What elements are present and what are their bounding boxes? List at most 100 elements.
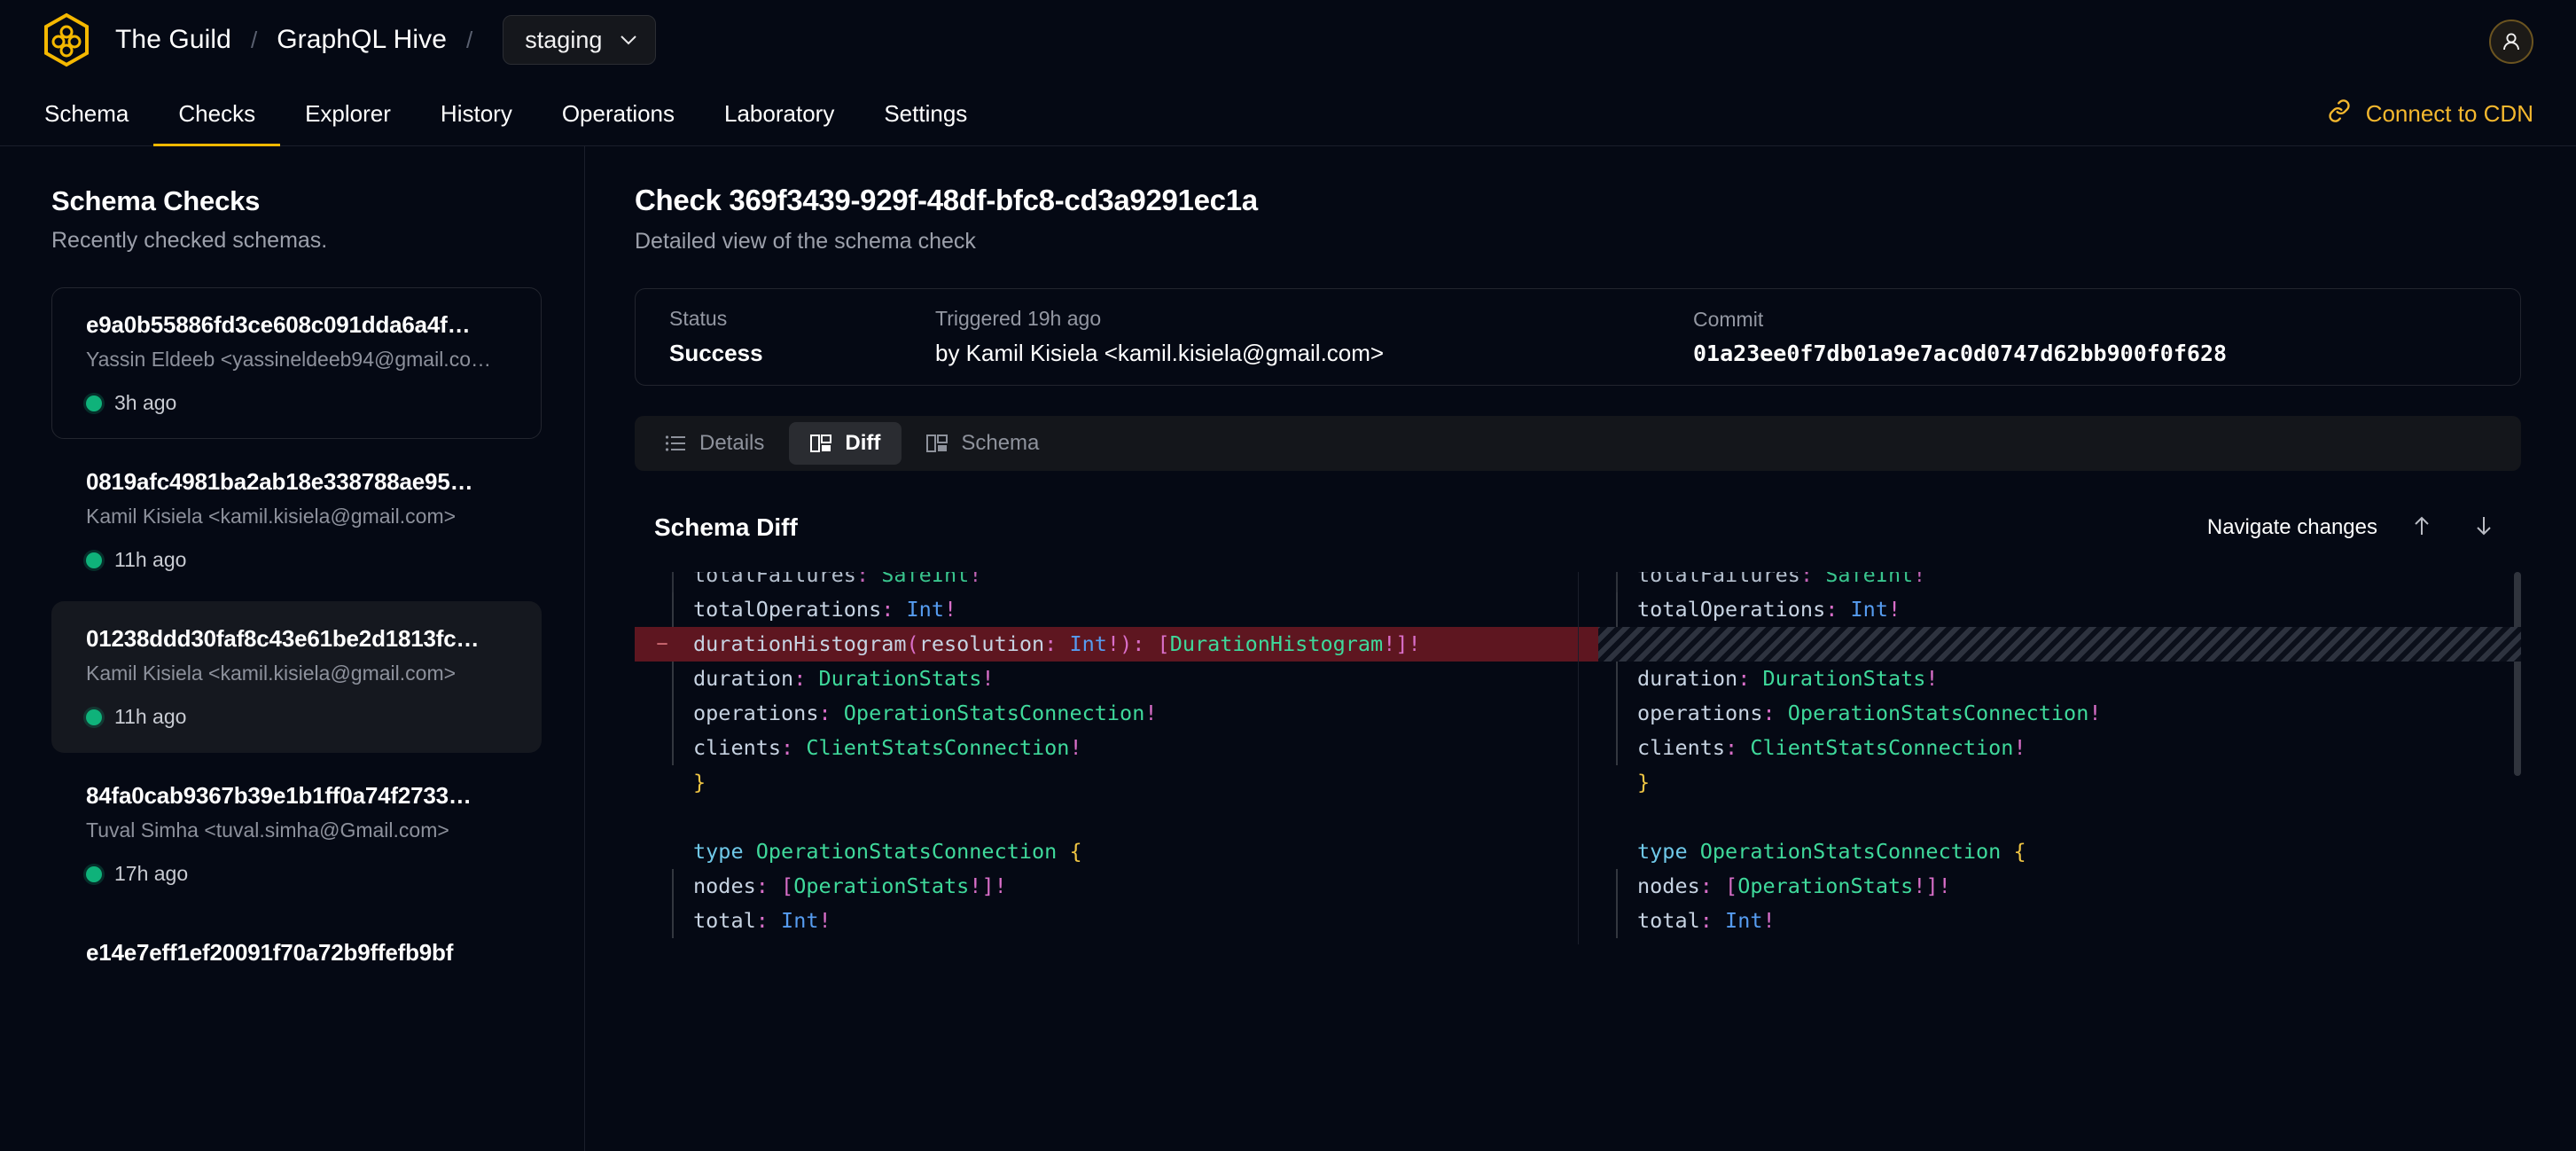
check-summary-card: Status Success Triggered 19h ago by Kami… — [635, 288, 2521, 386]
diff-line: total: Int! — [635, 904, 1578, 938]
tab-details-label: Details — [699, 431, 764, 456]
sidebar-title: Schema Checks — [51, 185, 542, 217]
split-panel-icon — [810, 434, 831, 453]
schema-checks-sidebar: Schema Checks Recently checked schemas. … — [0, 146, 585, 1151]
nav-tab-settings[interactable]: Settings — [859, 100, 992, 146]
check-time-label: 3h ago — [114, 391, 176, 415]
diff-line: operations: OperationStatsConnection! — [1579, 696, 2521, 731]
code-text: duration: DurationStats! — [1637, 662, 1939, 696]
check-id: e9a0b55886fd3ce608c091dda6a4f… — [86, 311, 514, 339]
triggered-label: Triggered 19h ago — [935, 307, 1693, 331]
triggered-author: by Kamil Kisiela <kamil.kisiela@gmail.co… — [935, 340, 1693, 367]
tab-details[interactable]: Details — [644, 422, 785, 465]
diff-line: totalOperations: Int! — [1579, 592, 2521, 627]
breadcrumb-org[interactable]: The Guild — [115, 25, 231, 55]
diff-line: } — [1579, 765, 2521, 800]
check-author: Yassin Eldeeb <yassineldeeb94@gmail.co… — [86, 348, 514, 372]
triggered-column: Triggered 19h ago by Kamil Kisiela <kami… — [935, 307, 1693, 367]
tab-diff[interactable]: Diff — [789, 422, 902, 465]
page-subtitle: Detailed view of the schema check — [635, 229, 2521, 254]
check-time-row: 17h ago — [86, 862, 514, 886]
diff-line — [1579, 800, 2521, 834]
diff-header: Schema Diff Navigate changes — [635, 503, 2521, 552]
nav-tab-history[interactable]: History — [416, 100, 537, 146]
list-item[interactable]: 84fa0cab9367b39e1b1ff0a74f2733… Tuval Si… — [51, 758, 542, 910]
indent-guide — [672, 731, 674, 765]
commit-label: Commit — [1693, 308, 2227, 332]
list-item[interactable]: 01238ddd30faf8c43e61be2d1813fc… Kamil Ki… — [51, 601, 542, 753]
detail-tab-group: Details Diff — [635, 416, 2521, 471]
nav-tab-operations[interactable]: Operations — [537, 100, 699, 146]
check-time-label: 11h ago — [114, 548, 186, 572]
indent-guide — [1616, 904, 1618, 938]
diff-line: totalFailures: SafeInt! — [635, 572, 1578, 592]
diff-hatch-fill — [1598, 627, 2521, 662]
diff-gutter-marker — [1579, 627, 1598, 662]
diff-title: Schema Diff — [654, 513, 798, 542]
status-label: Status — [669, 307, 935, 331]
split-panel-icon — [926, 434, 948, 453]
nav-tab-list: Schema Checks Explorer History Operation… — [41, 99, 992, 145]
nav-tab-checks[interactable]: Checks — [153, 100, 280, 146]
diff-line — [635, 800, 1578, 834]
code-text: durationHistogram(resolution: Int!): [Du… — [693, 627, 1421, 662]
nav-tab-explorer[interactable]: Explorer — [280, 100, 416, 146]
diff-line-removed: −durationHistogram(resolution: Int!): [D… — [635, 627, 1578, 662]
diff-line: nodes: [OperationStats!]! — [635, 869, 1578, 904]
user-avatar-icon[interactable] — [2489, 20, 2533, 64]
check-author: Tuval Simha <tuval.simha@Gmail.com> — [86, 818, 514, 842]
list-item[interactable]: e14e7eff1ef20091f70a72b9ffefb9bf — [51, 915, 542, 990]
status-badge: Success — [669, 340, 935, 367]
indent-guide — [672, 592, 674, 627]
check-id: 0819afc4981ba2ab18e338788ae95… — [86, 468, 514, 496]
tab-schema-label: Schema — [961, 431, 1039, 456]
status-dot-icon — [86, 709, 102, 725]
nav-tab-schema[interactable]: Schema — [41, 100, 153, 146]
page-title: Check 369f3439-929f-48df-bfc8-cd3a9291ec… — [635, 184, 2521, 217]
check-id: 84fa0cab9367b39e1b1ff0a74f2733… — [86, 782, 514, 810]
check-author: Kamil Kisiela <kamil.kisiela@gmail.com> — [86, 505, 514, 529]
check-time-label: 11h ago — [114, 705, 186, 729]
diff-line: clients: ClientStatsConnection! — [1579, 731, 2521, 765]
diff-line: type OperationStatsConnection { — [635, 834, 1578, 869]
code-text: totalFailures: SafeInt! — [1637, 572, 1925, 592]
target-select-value: staging — [525, 27, 602, 54]
status-dot-icon — [86, 552, 102, 568]
connect-to-cdn-label: Connect to CDN — [2366, 100, 2533, 128]
code-text: type OperationStatsConnection { — [1637, 834, 2026, 869]
list-item[interactable]: 0819afc4981ba2ab18e338788ae95… Kamil Kis… — [51, 444, 542, 596]
tab-schema[interactable]: Schema — [905, 422, 1060, 465]
check-id: e14e7eff1ef20091f70a72b9ffefb9bf — [86, 939, 514, 967]
code-text: totalFailures: SafeInt! — [693, 572, 981, 592]
navigate-changes-label: Navigate changes — [2207, 515, 2377, 540]
code-text: totalOperations: Int! — [1637, 592, 1901, 627]
list-item[interactable]: e9a0b55886fd3ce608c091dda6a4f… Yassin El… — [51, 287, 542, 439]
diff-pane-after[interactable]: totalFailures: SafeInt!totalOperations: … — [1578, 572, 2521, 944]
hive-logo-icon[interactable] — [41, 12, 92, 67]
code-text: operations: OperationStatsConnection! — [1637, 696, 2102, 731]
diff-line: operations: OperationStatsConnection! — [635, 696, 1578, 731]
diff-viewer[interactable]: totalFailures: SafeInt!totalOperations: … — [635, 572, 2521, 944]
target-select[interactable]: staging — [503, 15, 656, 65]
connect-to-cdn-link[interactable]: Connect to CDN — [2327, 98, 2533, 145]
breadcrumb-project[interactable]: GraphQL Hive — [277, 25, 447, 55]
code-text: total: Int! — [693, 904, 831, 938]
arrow-up-icon[interactable] — [2404, 511, 2439, 544]
code-text: type OperationStatsConnection { — [693, 834, 1082, 869]
code-text: } — [693, 765, 706, 800]
indent-guide — [1616, 869, 1618, 904]
schema-diff-panel: Schema Diff Navigate changes — [635, 503, 2521, 944]
code-text: clients: ClientStatsConnection! — [693, 731, 1082, 765]
nav-tab-laboratory[interactable]: Laboratory — [699, 100, 859, 146]
arrow-down-icon[interactable] — [2466, 511, 2502, 544]
diff-pane-before[interactable]: totalFailures: SafeInt!totalOperations: … — [635, 572, 1578, 944]
indent-guide — [672, 572, 674, 592]
tab-diff-label: Diff — [845, 431, 880, 456]
schema-check-list: e9a0b55886fd3ce608c091dda6a4f… Yassin El… — [51, 287, 542, 990]
code-text: totalOperations: Int! — [693, 592, 956, 627]
list-icon — [665, 434, 686, 453]
diff-line: duration: DurationStats! — [1579, 662, 2521, 696]
diff-line: } — [635, 938, 1578, 944]
diff-line: clients: ClientStatsConnection! — [635, 731, 1578, 765]
diff-line: totalOperations: Int! — [635, 592, 1578, 627]
